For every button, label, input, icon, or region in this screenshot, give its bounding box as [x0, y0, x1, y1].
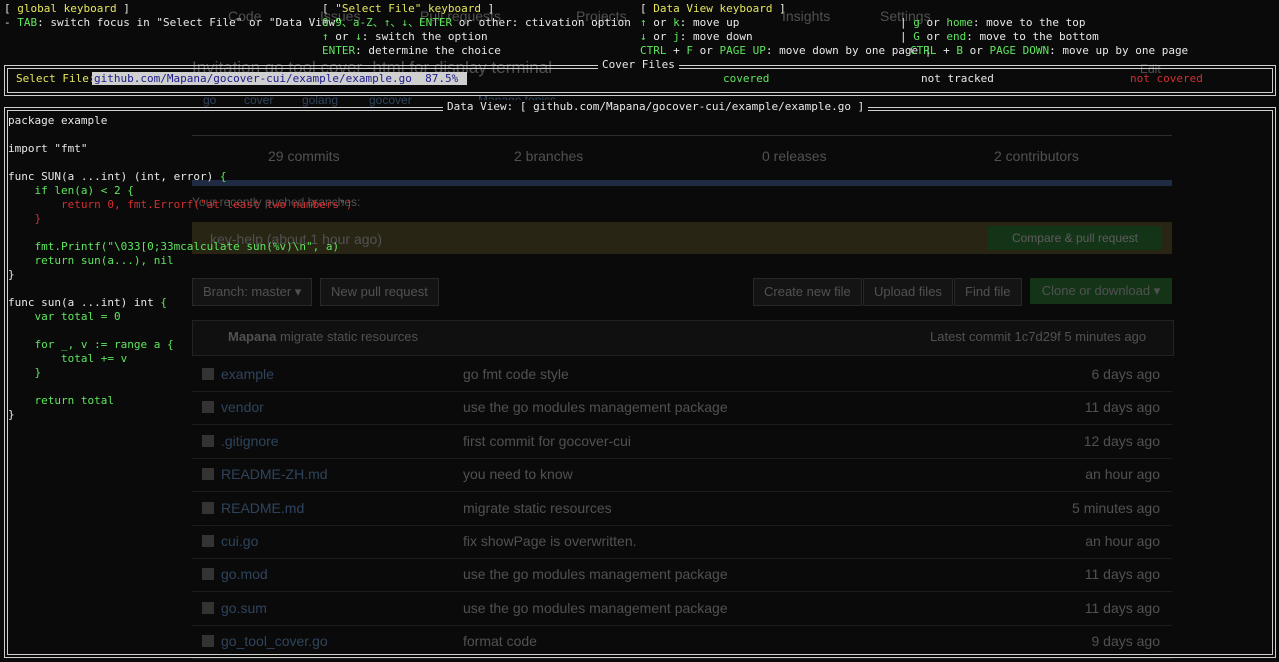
data-view-help-line: CTRL + B or PAGE DOWN: move up by one pa…	[910, 44, 1189, 57]
code-line: }	[8, 212, 42, 225]
code-line: func sun(a ...int) int {	[8, 296, 167, 310]
data-view-keyboard-title: [ Data View keyboard ]	[640, 2, 786, 15]
select-file-help-line: ↑ or ↓: switch the option	[322, 30, 488, 43]
data-view-title: Data View: [ github.com/Mapana/gocover-c…	[443, 100, 869, 114]
data-view-help-line: ↓ or j: move down	[640, 30, 753, 43]
code-line: for _, v := range a {	[8, 338, 174, 351]
select-file-label: Select File:	[16, 72, 96, 85]
code-line: total += v	[8, 352, 128, 365]
code-line: package example	[8, 114, 108, 127]
code-line: return 0, fmt.Errorf("at least two numbe…	[8, 198, 353, 211]
cover-files-title: Cover Files	[598, 58, 679, 72]
data-view-help-line: | g or home: move to the top	[900, 16, 1086, 29]
global-keyboard-title: [ global keyboard ]	[4, 2, 130, 15]
code-line: import "fmt"	[8, 142, 88, 155]
code-line: if len(a) < 2 {	[8, 184, 134, 197]
selected-file-path[interactable]: github.com/Mapana/gocover-cui/example/ex…	[92, 72, 467, 85]
code-line: var total = 0	[8, 310, 121, 323]
select-file-keyboard-title: [ "Select File" keyboard ]	[322, 2, 495, 15]
legend-not-tracked: not tracked	[921, 72, 994, 85]
code-line: }	[8, 366, 42, 379]
select-file-help-line: ENTER: determine the choice	[322, 44, 501, 57]
code-brace: {	[160, 296, 167, 309]
data-view-help-line: CTRL + F or PAGE UP: move down by one pa…	[640, 44, 932, 57]
data-view-help-line: ↑ or k: move up	[640, 16, 740, 29]
select-file-input[interactable]: github.com/Mapana/gocover-cui/example/ex…	[92, 72, 467, 86]
select-file-help-line: 0-9、a-Z、↑、↓、ENTER or other: ctivation op…	[322, 16, 631, 29]
code-brace: {	[219, 170, 227, 183]
legend-not-covered: not covered	[1130, 72, 1203, 85]
global-keyboard-line: - TAB: switch focus in "Select File" or …	[4, 16, 342, 29]
terminal-ui: [ global keyboard ] - TAB: switch focus …	[0, 0, 1279, 662]
code-line: fmt.Printf("\033[0;33mcalculate sun(%v)\…	[8, 240, 340, 253]
code-text: func SUN(a ...int) (int, error)	[8, 170, 220, 183]
code-text: func sun(a ...int) int	[8, 296, 161, 309]
code-line: }	[8, 408, 15, 421]
code-view[interactable]: package example import "fmt" func SUN(a ..…	[0, 114, 1270, 434]
code-line: }	[8, 268, 15, 281]
code-line: func SUN(a ...int) (int, error) {	[8, 170, 227, 184]
data-view-help-line: | G or end: move to the bottom	[900, 30, 1099, 43]
code-line: return total	[8, 394, 114, 407]
code-line: return sun(a...), nil	[8, 254, 174, 267]
legend-covered: covered	[723, 72, 770, 85]
